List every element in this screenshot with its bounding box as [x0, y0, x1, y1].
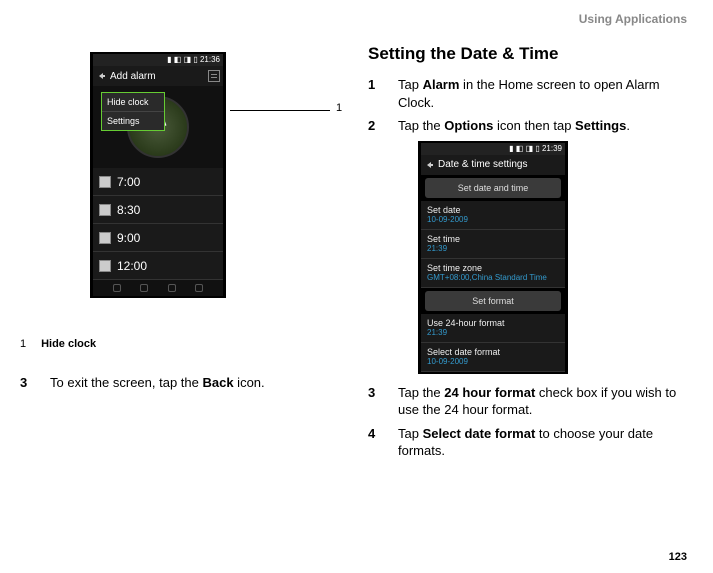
step-text-bold: 24 hour format — [444, 385, 535, 400]
title-bar: Date & time settings — [421, 155, 565, 175]
menu-icon — [208, 70, 220, 82]
step-text-bold: Settings — [575, 118, 626, 133]
step-text: Tap Alarm in the Home screen to open Ala… — [398, 76, 688, 111]
callout-label-1: 1 — [336, 102, 342, 114]
callout-leader-line — [230, 110, 330, 111]
phone-frame: ▮ ◧ ◨ ▯ 21:36 Add alarm Hide clock Setti… — [90, 52, 226, 298]
step-text: To exit the screen, tap the Back icon. — [50, 374, 265, 392]
step-text-part: Tap the — [398, 385, 444, 400]
step-text: Tap Select date format to choose your da… — [398, 425, 688, 460]
popup-item-hide-clock: Hide clock — [102, 93, 164, 112]
nav-icon — [168, 284, 176, 292]
alarm-time: 7:00 — [117, 175, 140, 189]
checkbox-icon — [99, 232, 111, 244]
phone-frame: ▮ ◧ ◨ ▯ 21:39 Date & time settings Set d… — [418, 141, 568, 374]
alarm-row: 8:30 — [93, 196, 223, 224]
step-text: Tap the Options icon then tap Settings. — [398, 117, 630, 135]
nav-bar — [93, 280, 223, 296]
back-arrow-icon — [96, 71, 106, 81]
checkbox-icon — [99, 204, 111, 216]
step-number: 3 — [20, 374, 32, 392]
popup-item-settings: Settings — [102, 112, 164, 130]
step-text-part: Tap — [398, 426, 423, 441]
step-number: 1 — [368, 76, 380, 111]
row-label: Set date — [427, 205, 559, 215]
status-time: 21:36 — [200, 55, 220, 64]
right-column: Setting the Date & Time 1 Tap Alarm in t… — [368, 44, 688, 466]
legend-number: 1 — [20, 338, 38, 350]
row-label: Use 24-hour format — [427, 318, 559, 328]
phone-screenshot-left: ▮ ◧ ◨ ▯ 21:36 Add alarm Hide clock Setti… — [90, 52, 350, 298]
clock-area: Hide clock Settings — [93, 86, 223, 168]
step-text-part: . — [626, 118, 630, 133]
row-value: 21:39 — [427, 244, 559, 253]
alarm-row: 7:00 — [93, 168, 223, 196]
checkbox-icon — [99, 260, 111, 272]
step-3-left: 3 To exit the screen, tap the Back icon. — [20, 374, 350, 392]
step-text-bold: Options — [444, 118, 493, 133]
alarm-time: 9:00 — [117, 231, 140, 245]
alarm-row: 9:00 — [93, 224, 223, 252]
status-icons: ▮ ◧ ◨ ▯ — [509, 144, 542, 153]
alarm-row: 12:00 — [93, 252, 223, 280]
nav-icon — [140, 284, 148, 292]
step-number: 3 — [368, 384, 380, 419]
row-value: 21:39 — [427, 328, 559, 337]
page-number: 123 — [669, 551, 687, 563]
screen-title: Date & time settings — [438, 159, 527, 170]
step-text-bold: Select date format — [423, 426, 536, 441]
alarm-time: 12:00 — [117, 259, 147, 273]
header-section-label: Using Applications — [579, 12, 687, 26]
button-set-format: Set format — [425, 291, 561, 311]
step-text-bold: Back — [202, 375, 233, 390]
step-text-bold: Alarm — [423, 77, 460, 92]
status-icons: ▮ ◧ ◨ ▯ — [167, 55, 200, 64]
legend-text: Hide clock — [41, 338, 96, 350]
row-label: Set time zone — [427, 263, 559, 273]
legend-row: 1 Hide clock — [20, 338, 350, 350]
screen-title: Add alarm — [110, 71, 156, 82]
nav-icon — [195, 284, 203, 292]
nav-icon — [113, 284, 121, 292]
step-text-part: To exit the screen, tap the — [50, 375, 202, 390]
back-arrow-icon — [424, 160, 434, 170]
row-label: Select date format — [427, 347, 559, 357]
step-3: 3 Tap the 24 hour format check box if yo… — [368, 384, 688, 419]
row-set-time: Set time21:39 — [421, 230, 565, 259]
step-2: 2 Tap the Options icon then tap Settings… — [368, 117, 688, 135]
row-value: GMT+08:00,China Standard Time — [427, 273, 559, 282]
status-bar: ▮ ◧ ◨ ▯ 21:36 — [93, 54, 223, 66]
step-text-part: Tap — [398, 77, 423, 92]
section-heading: Setting the Date & Time — [368, 44, 688, 64]
phone-screenshot-right: ▮ ◧ ◨ ▯ 21:39 Date & time settings Set d… — [418, 141, 688, 374]
step-number: 2 — [368, 117, 380, 135]
checkbox-icon — [99, 176, 111, 188]
popup-menu: Hide clock Settings — [101, 92, 165, 131]
left-column: ▮ ◧ ◨ ▯ 21:36 Add alarm Hide clock Setti… — [20, 52, 350, 398]
row-select-date-format: Select date format10-09-2009 — [421, 343, 565, 372]
row-use-24h: Use 24-hour format21:39 — [421, 314, 565, 343]
row-label: Set time — [427, 234, 559, 244]
status-bar: ▮ ◧ ◨ ▯ 21:39 — [421, 143, 565, 155]
step-text: Tap the 24 hour format check box if you … — [398, 384, 688, 419]
button-set-date-time: Set date and time — [425, 178, 561, 198]
status-time: 21:39 — [542, 144, 562, 153]
step-text-part: icon. — [234, 375, 265, 390]
step-text-part: Tap the — [398, 118, 444, 133]
step-4: 4 Tap Select date format to choose your … — [368, 425, 688, 460]
title-bar: Add alarm — [93, 66, 223, 86]
step-1: 1 Tap Alarm in the Home screen to open A… — [368, 76, 688, 111]
row-value: 10-09-2009 — [427, 357, 559, 366]
step-number: 4 — [368, 425, 380, 460]
step-text-part: icon then tap — [493, 118, 575, 133]
row-set-timezone: Set time zoneGMT+08:00,China Standard Ti… — [421, 259, 565, 288]
row-set-date: Set date10-09-2009 — [421, 201, 565, 230]
row-value: 10-09-2009 — [427, 215, 559, 224]
alarm-time: 8:30 — [117, 203, 140, 217]
